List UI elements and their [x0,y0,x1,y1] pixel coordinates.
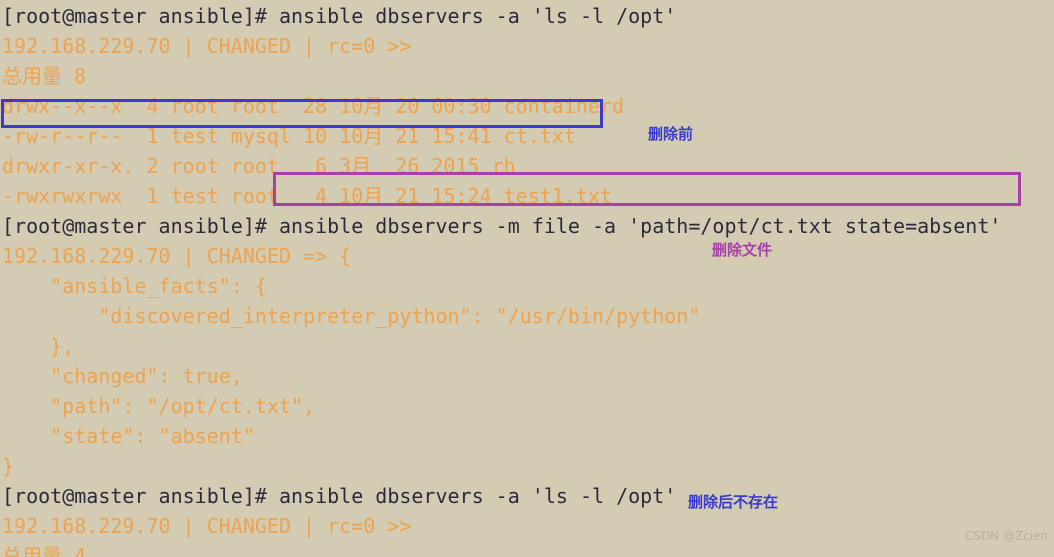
terminal-line: -rw-r--r-- 1 test mysql 10 10月 21 15:41 … [2,124,576,148]
terminal-line: }, [2,334,75,358]
terminal-line: "discovered_interpreter_python": "/usr/b… [2,304,701,328]
terminal-line: 192.168.229.70 | CHANGED | rc=0 >> [2,514,412,538]
csdn-watermark: CSDN @Zcien [964,529,1048,543]
terminal-line: } [2,454,15,478]
terminal-line: -rwxrwxrwx 1 test root 4 10月 21 15:24 te… [2,184,613,208]
terminal-window[interactable]: [root@master ansible]# ansible dbservers… [0,0,1054,557]
terminal-line: 总用量 4 [2,544,87,557]
terminal-line: "ansible_facts": { [2,274,267,298]
terminal-line: [root@master ansible]# ansible dbservers… [2,214,1002,238]
terminal-line: "state": "absent" [2,424,255,448]
terminal-line: [root@master ansible]# ansible dbservers… [2,4,677,28]
terminal-output-area[interactable]: [root@master ansible]# ansible dbservers… [0,0,1054,557]
terminal-line: drwx--x--x 4 root root 28 10月 20 00:30 c… [2,94,625,118]
terminal-line: drwxr-xr-x. 2 root root 6 3月 26 2015 rh [2,154,516,178]
terminal-line: 192.168.229.70 | CHANGED => { [2,244,352,268]
annotation-before-delete: 删除前 [648,125,694,143]
terminal-line: [root@master ansible]# ansible dbservers… [2,484,677,508]
annotation-delete-file: 删除文件 [712,241,773,259]
terminal-line: "path": "/opt/ct.txt", [2,394,316,418]
annotation-after-delete: 删除后不存在 [688,493,779,511]
terminal-line: 总用量 8 [2,64,87,88]
terminal-line: 192.168.229.70 | CHANGED | rc=0 >> [2,34,412,58]
terminal-line: "changed": true, [2,364,243,388]
